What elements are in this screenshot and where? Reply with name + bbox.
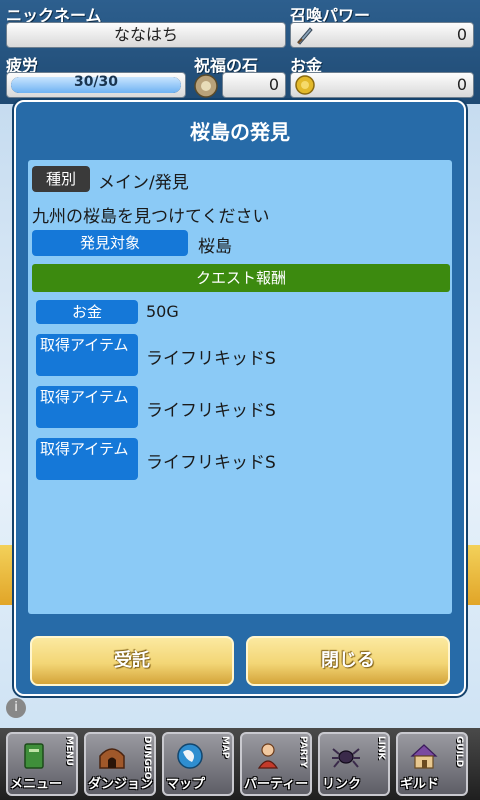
nav-dungeon-button[interactable]: DUNGEON ダンジョン (84, 732, 156, 796)
nav-link-button[interactable]: LINK リンク (318, 732, 390, 796)
dialog-title: 桜島の発見 (190, 120, 290, 144)
bottom-navigation: MENU メニュー DUNGEON ダンジョン MAP マップ PARTY パー… (0, 728, 480, 800)
fatigue-gauge: 30/30 (6, 72, 186, 98)
nav-label-en: MAP (220, 736, 230, 759)
quest-dialog: 桜島の発見 種別 メイン/発見 九州の桜島を見つけてください 発見対象 桜島 ク… (14, 100, 466, 696)
dungeon-icon (99, 748, 125, 769)
accept-button[interactable]: 受託 (30, 636, 234, 686)
nav-label: ダンジョン (88, 777, 154, 792)
nav-label-en: GUILD (454, 736, 464, 768)
map-globe-icon (177, 743, 203, 769)
quest-description: 九州の桜島を見つけてください (32, 207, 270, 227)
guild-house-icon (410, 744, 438, 769)
status-bar: ニックネーム ななはち 召喚パワー 0 疲労 30/30 祝福の石 0 お金 0 (0, 0, 480, 104)
reward-tag: 取得アイテム (36, 386, 138, 428)
target-tag: 発見対象 (32, 230, 188, 256)
type-tag: 種別 (32, 166, 90, 192)
nickname-field: ななはち (6, 22, 286, 48)
nickname-value: ななはち (113, 25, 178, 44)
nav-party-button[interactable]: PARTY パーティー (240, 732, 312, 796)
nav-label: メニュー (10, 777, 63, 792)
nav-label: パーティー (244, 777, 309, 792)
coin-icon (295, 75, 315, 95)
nav-label-en: LINK (376, 736, 386, 760)
reward-value: ライフリキッドS (146, 401, 276, 421)
blessing-stone-icon (194, 74, 218, 98)
party-character-icon (257, 743, 279, 769)
summon-power-field: 0 (290, 22, 474, 48)
blessing-stone-field: 0 (222, 72, 286, 98)
blessing-stone-value: 0 (268, 75, 279, 94)
nav-label-en: MENU (64, 736, 74, 766)
summon-power-value: 0 (456, 25, 467, 44)
reward-value: ライフリキッドS (146, 349, 276, 369)
nav-map-button[interactable]: MAP マップ (162, 732, 234, 796)
type-value: メイン/発見 (98, 173, 189, 193)
menu-book-icon (24, 743, 44, 769)
reward-value: 50G (146, 302, 179, 321)
money-field: 0 (290, 72, 474, 98)
reward-tag: お金 (36, 300, 138, 324)
nav-menu-button[interactable]: MENU メニュー (6, 732, 78, 796)
nav-label-en: PARTY (298, 736, 308, 768)
nav-label: マップ (166, 777, 206, 792)
reward-tag: 取得アイテム (36, 438, 138, 480)
reward-value: ライフリキッドS (146, 453, 276, 473)
nav-label: リンク (322, 777, 362, 792)
target-value: 桜島 (198, 237, 232, 257)
reward-tag: 取得アイテム (36, 334, 138, 376)
link-spider-icon (332, 748, 360, 768)
fatigue-value: 30/30 (73, 74, 119, 90)
nav-label: ギルド (400, 777, 440, 792)
nav-guild-button[interactable]: GUILD ギルド (396, 732, 468, 796)
money-value: 0 (456, 75, 467, 94)
sword-icon (297, 27, 313, 45)
quest-details-panel: 種別 メイン/発見 九州の桜島を見つけてください 発見対象 桜島 クエスト報酬 … (28, 160, 452, 614)
reward-header: クエスト報酬 (32, 264, 450, 292)
close-button[interactable]: 閉じる (246, 636, 450, 686)
info-icon[interactable]: i (6, 698, 26, 718)
